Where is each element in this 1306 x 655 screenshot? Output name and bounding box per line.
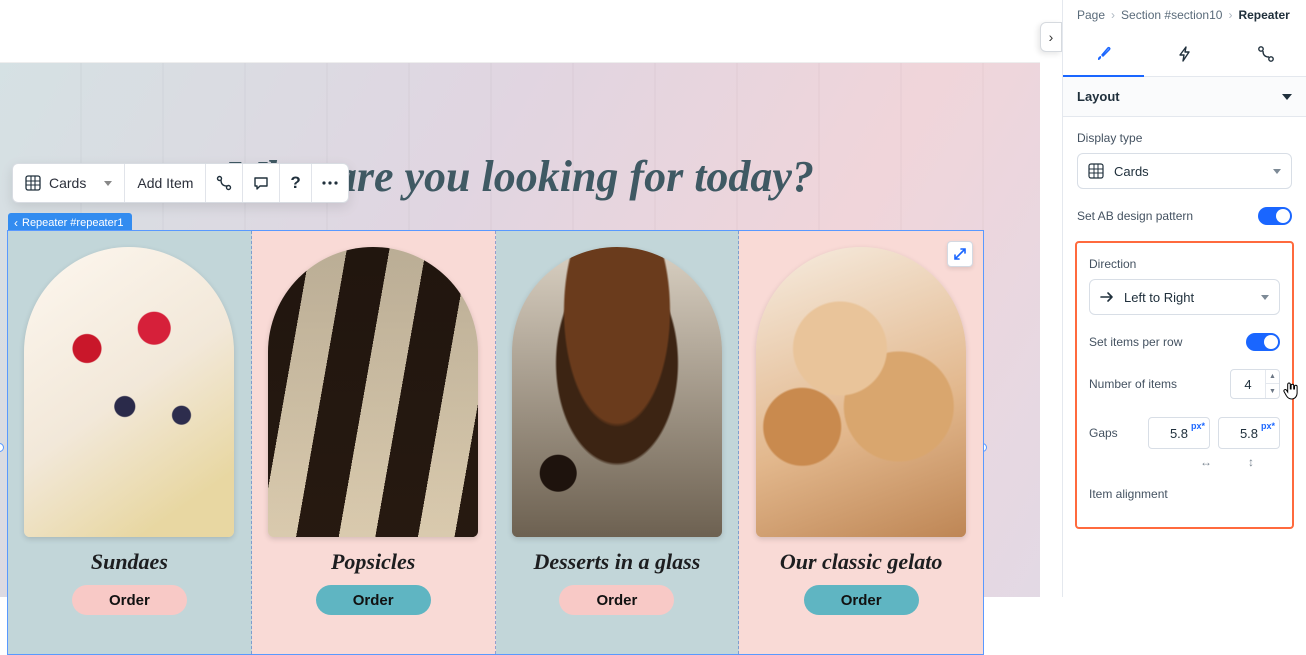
gap-vertical-input[interactable]: 5.8 px* (1218, 417, 1280, 449)
order-label: Order (353, 592, 394, 609)
number-of-items-label: Number of items (1089, 377, 1177, 391)
card-image (24, 247, 234, 537)
card-image (756, 247, 966, 537)
number-of-items-input[interactable]: 4 ▲ ▼ (1230, 369, 1280, 399)
grid-icon (1088, 163, 1104, 179)
vertical-gap-icon: ↕ (1248, 455, 1254, 469)
tab-settings[interactable] (1225, 32, 1306, 76)
more-icon[interactable] (312, 164, 348, 202)
horizontal-gap-icon: ↔ (1200, 455, 1212, 469)
comment-icon[interactable] (243, 164, 280, 202)
panel-tabs (1063, 32, 1306, 77)
order-label: Order (841, 592, 882, 609)
card-title: Desserts in a glass (533, 549, 700, 575)
add-item-label: Add Item (137, 175, 193, 191)
card-title: Sundaes (91, 549, 168, 575)
repeater-item[interactable]: Our classic gelato Order (739, 231, 983, 654)
layout-section-header[interactable]: Layout (1063, 77, 1306, 117)
card-image (512, 247, 722, 537)
gaps-label: Gaps (1089, 426, 1118, 440)
arrow-right-icon (1100, 291, 1114, 303)
section-title: Layout (1077, 89, 1120, 104)
chevron-down-icon (1261, 295, 1269, 300)
chevron-down-icon (1273, 169, 1281, 174)
ab-pattern-label: Set AB design pattern (1077, 209, 1193, 223)
chevron-right-icon: › (1111, 8, 1115, 22)
connector-icon (1257, 45, 1275, 63)
canvas-stage[interactable]: What are you looking for today? Cards Ad… (0, 63, 1040, 597)
display-type-label: Display type (1077, 131, 1292, 145)
card-title: Popsicles (331, 549, 415, 575)
bolt-icon (1177, 46, 1193, 62)
grid-icon (25, 175, 41, 191)
items-per-row-label: Set items per row (1089, 335, 1182, 349)
order-button[interactable]: Order (316, 585, 431, 615)
display-type-select[interactable]: Cards (1077, 153, 1292, 189)
order-button[interactable]: Order (804, 585, 919, 615)
expand-icon (953, 247, 967, 261)
gap-v-value: 5.8 (1240, 426, 1258, 441)
order-button[interactable]: Order (72, 585, 187, 615)
step-down[interactable]: ▼ (1266, 384, 1279, 398)
repeater-item[interactable]: Popsicles Order (252, 231, 496, 654)
add-item-button[interactable]: Add Item (125, 164, 206, 202)
step-up[interactable]: ▲ (1266, 370, 1279, 384)
ab-pattern-toggle[interactable] (1258, 207, 1292, 225)
expand-button[interactable] (947, 241, 973, 267)
inspector-panel: Page › Section #section10 › Repeater Lay… (1062, 0, 1306, 597)
direction-label: Direction (1089, 257, 1280, 271)
order-button[interactable]: Order (559, 585, 674, 615)
order-label: Order (596, 592, 637, 609)
display-type-value: Cards (1114, 164, 1149, 179)
direction-value: Left to Right (1124, 290, 1194, 305)
breadcrumb-current: Repeater (1238, 8, 1289, 22)
gap-unit: px* (1261, 421, 1275, 431)
chevron-down-icon (1282, 94, 1292, 100)
breadcrumb: Page › Section #section10 › Repeater (1063, 0, 1306, 32)
repeater-selection[interactable]: Sundaes Order Popsicles Order Desserts i… (7, 230, 984, 655)
order-label: Order (109, 592, 150, 609)
chevron-right-icon: › (1228, 8, 1232, 22)
display-mode-label: Cards (49, 175, 86, 191)
card-image (268, 247, 478, 537)
gap-unit: px* (1191, 421, 1205, 431)
breadcrumb-page[interactable]: Page (1077, 8, 1105, 22)
tab-design[interactable] (1063, 32, 1144, 76)
display-mode-dropdown[interactable]: Cards (13, 164, 125, 202)
direction-select[interactable]: Left to Right (1089, 279, 1280, 315)
connector-icon[interactable] (206, 164, 243, 202)
items-per-row-toggle[interactable] (1246, 333, 1280, 351)
breadcrumb-section[interactable]: Section #section10 (1121, 8, 1222, 22)
repeater-item[interactable]: Sundaes Order (8, 231, 252, 654)
tab-interactions[interactable] (1144, 32, 1225, 76)
panel-toggle[interactable]: › (1040, 22, 1062, 52)
help-icon[interactable]: ? (280, 164, 311, 202)
canvas-top-bar (0, 0, 1040, 63)
brush-icon (1095, 45, 1113, 63)
resize-handle-left[interactable] (0, 443, 4, 452)
item-alignment-label: Item alignment (1089, 487, 1280, 501)
element-tag-label: Repeater #repeater1 (22, 217, 124, 229)
highlighted-controls: Direction Left to Right Set items per ro… (1075, 241, 1294, 529)
gap-horizontal-input[interactable]: 5.8 px* (1148, 417, 1210, 449)
number-value: 4 (1231, 377, 1265, 392)
floating-toolbar: Cards Add Item ? (12, 163, 349, 203)
repeater-item[interactable]: Desserts in a glass Order (496, 231, 740, 654)
card-title: Our classic gelato (780, 549, 943, 575)
gap-h-value: 5.8 (1170, 426, 1188, 441)
